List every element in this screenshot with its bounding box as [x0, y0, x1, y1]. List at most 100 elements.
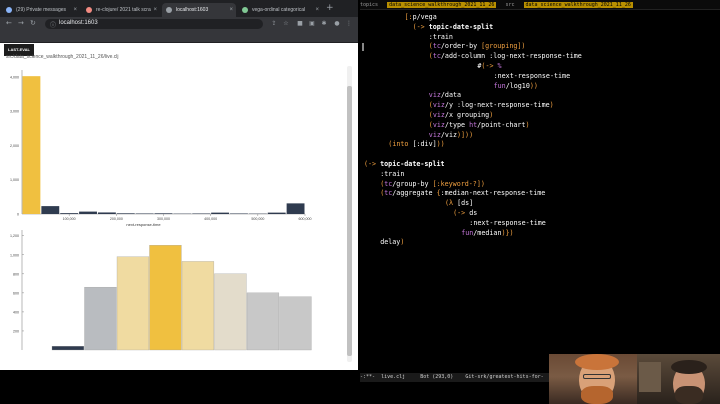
- code-line[interactable]: :next-response-time: [469, 218, 546, 228]
- code-token: (into: [388, 140, 413, 149]
- histogram-bar: [79, 211, 97, 214]
- puzzle-icon[interactable]: ✱: [320, 20, 328, 28]
- scrollbar-thumb[interactable]: [347, 86, 352, 356]
- code-token: :log-next-response-time: [457, 101, 550, 110]
- extension-icon[interactable]: ▣: [308, 20, 316, 28]
- code-line[interactable]: (tc/group-by [:keyword-?]): [380, 179, 485, 189]
- code-line[interactable]: (tc/add-column :log-next-response-time: [429, 51, 582, 61]
- code-line[interactable]: :train: [429, 32, 453, 42]
- code-token: (->: [412, 22, 425, 31]
- extension-icon[interactable]: ■: [296, 20, 304, 28]
- x-tick-label: 400,000: [204, 217, 217, 221]
- close-tab-icon[interactable]: ×: [315, 3, 319, 17]
- editor-tab[interactable]: topics: [360, 2, 378, 8]
- code-line[interactable]: :train: [380, 169, 404, 179]
- code-line[interactable]: (tc/aggregate {:median-next-response-tim…: [380, 188, 545, 198]
- code-token: viz: [432, 111, 445, 119]
- code-token: /point-chart: [477, 120, 526, 129]
- code-token: topic-date-split: [424, 22, 494, 31]
- x-tick-label: 600,000: [299, 217, 312, 221]
- code-token: [:div]: [412, 140, 437, 149]
- code-token: :log-next-response-time: [489, 52, 582, 61]
- info-icon[interactable]: ⓘ: [50, 20, 56, 29]
- code-line[interactable]: fun/log10)): [494, 81, 538, 91]
- code-line[interactable]: (into [:div])): [388, 139, 444, 149]
- code-token: viz: [428, 130, 441, 139]
- code-line[interactable]: #(-> %: [477, 61, 501, 71]
- hair-image: [575, 354, 619, 370]
- profile-icon[interactable]: ●: [333, 20, 341, 28]
- code-token: /type: [444, 120, 470, 129]
- tab-vega-ordinal[interactable]: vega-ordinal categorical ×: [238, 3, 322, 17]
- code-line[interactable]: (-> topic-date-split: [364, 159, 445, 169]
- shelf-image: [639, 362, 661, 392]
- code-token: fun: [461, 228, 474, 237]
- y-tick-label: 2,000: [10, 144, 19, 148]
- code-token: :median-next-response-time: [440, 189, 546, 198]
- histogram-bar: [230, 213, 248, 214]
- code-line[interactable]: (-> topic-date-split: [413, 22, 494, 32]
- y-tick-label: 0: [17, 213, 19, 217]
- code-line[interactable]: (tc/order-by [grouping]): [429, 41, 526, 51]
- code-token: :next-response-time: [493, 71, 571, 80]
- bar: [84, 286, 117, 351]
- page-content: LAST-EVAL src/data_science_walkthrough_2…: [0, 44, 358, 370]
- browser-window: (29) Private messages × re-clojure/ 2021…: [0, 0, 358, 370]
- code-token: )): [529, 81, 538, 90]
- code-line[interactable]: delay): [380, 237, 404, 247]
- code-line[interactable]: viz/viz)])): [429, 130, 473, 140]
- code-token: /median: [473, 228, 502, 237]
- menu-icon[interactable]: ⋮: [345, 20, 353, 28]
- bar: [246, 292, 280, 351]
- histogram-bar: [60, 213, 79, 214]
- code-token: /x grouping: [444, 111, 490, 119]
- forward-icon[interactable]: →: [18, 19, 24, 27]
- histogram-bar: [135, 213, 154, 214]
- fringe-marker: [362, 43, 364, 51]
- bookmark-star-icon[interactable]: ☆: [282, 20, 290, 28]
- code-token: ): [549, 101, 554, 110]
- code-line[interactable]: (viz/y :log-next-response-time): [429, 100, 554, 110]
- code-line[interactable]: fun/median)}): [461, 228, 513, 238]
- code-token: ): [489, 111, 494, 119]
- favicon-icon: [242, 7, 248, 13]
- code-editor[interactable]: topics data_science_walkthrough_2021_11_…: [360, 0, 720, 390]
- histogram-chart: 0 1,000 2,000 3,000 4,000 100,000 200,000 300,0…: [10, 70, 312, 227]
- back-icon[interactable]: ←: [6, 19, 12, 27]
- tab-localhost[interactable]: localhost:1603 ×: [162, 3, 236, 17]
- tab-label: localhost:1603: [176, 7, 209, 13]
- code-line[interactable]: (viz/type ht/point-chart): [429, 120, 530, 130]
- page-scrollbar[interactable]: [347, 66, 352, 362]
- close-tab-icon[interactable]: ×: [73, 3, 77, 17]
- share-icon[interactable]: ⇪: [270, 20, 278, 28]
- code-line[interactable]: viz/data: [429, 90, 461, 100]
- editor-tab[interactable]: src: [505, 2, 514, 8]
- code-line[interactable]: (-> ds: [453, 208, 477, 218]
- code-token: ds: [465, 209, 478, 217]
- y-tick-label: 400: [13, 310, 19, 314]
- x-tick-label: 200,000: [110, 217, 123, 221]
- y-tick-label: 200: [13, 329, 19, 333]
- beard-image: [675, 386, 703, 404]
- reload-icon[interactable]: ↻: [30, 19, 36, 27]
- code-line[interactable]: (viz/x grouping): [429, 110, 493, 120]
- code-token: [:keyword-?]): [432, 179, 485, 188]
- bar: [51, 346, 85, 351]
- close-tab-icon[interactable]: ×: [229, 3, 233, 17]
- tab-re-clojure[interactable]: re-clojure/ 2021 talk scra ×: [82, 3, 160, 17]
- code-line[interactable]: :next-response-time: [494, 71, 571, 81]
- bar: [149, 245, 182, 351]
- editor-tab[interactable]: data_science_walkthrough_2021_11_26: [387, 2, 497, 8]
- code-token: viz: [428, 91, 441, 100]
- code-token: (->: [453, 209, 466, 217]
- close-tab-icon[interactable]: ×: [153, 3, 157, 17]
- new-tab-icon[interactable]: +: [326, 3, 334, 13]
- tab-private-messages[interactable]: (29) Private messages ×: [2, 3, 80, 17]
- histogram-bar: [154, 213, 173, 214]
- tab-label: vega-ordinal categorical: [252, 7, 306, 13]
- code-line[interactable]: [:p/vega: [405, 12, 437, 22]
- code-line[interactable]: (λ [ds]: [445, 198, 473, 208]
- editor-tab[interactable]: data_science_walkthrough_2021_11_26: [523, 2, 633, 8]
- x-tick-label: 300,000: [157, 217, 170, 221]
- address-bar[interactable]: ⓘ localhost:1603: [45, 19, 263, 29]
